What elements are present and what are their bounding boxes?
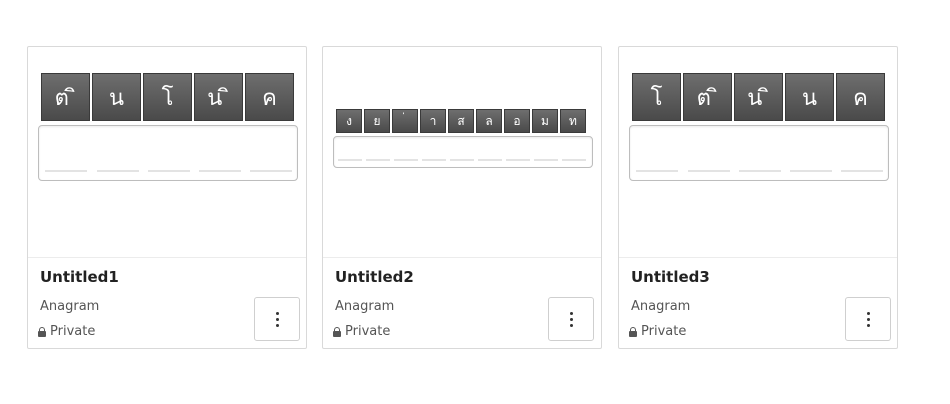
letter-tile: น: [785, 73, 834, 121]
activity-type: Anagram: [40, 299, 100, 314]
letter-tile: น ิ: [734, 73, 783, 121]
letter-tile: ท: [560, 109, 586, 133]
answer-slot: [841, 170, 883, 172]
activity-card[interactable]: ต ิ น โ น ิ ค Untitled1 Anagram Private: [27, 46, 307, 349]
more-vertical-icon: [275, 311, 279, 327]
lock-icon: [38, 326, 46, 337]
card-title[interactable]: Untitled2: [335, 268, 414, 286]
more-vertical-icon: [866, 311, 870, 327]
lock-icon: [333, 326, 341, 337]
answer-slot: [422, 159, 446, 161]
answer-slot: [534, 159, 558, 161]
answer-slot: [636, 170, 678, 172]
privacy-status: Private: [38, 324, 95, 339]
answer-slot: [790, 170, 832, 172]
answer-box: [629, 125, 889, 181]
privacy-label: Private: [345, 324, 391, 339]
answer-slot: [562, 159, 586, 161]
card-title[interactable]: Untitled1: [40, 268, 119, 286]
letter-tiles: ต ิ น โ น ิ ค: [41, 73, 294, 121]
privacy-label: Private: [50, 324, 96, 339]
letter-tile: ค: [836, 73, 885, 121]
answer-slot: [97, 170, 139, 172]
answer-slot: [45, 170, 87, 172]
letter-tile: ค: [245, 73, 294, 121]
privacy-status: Private: [629, 324, 686, 339]
card-menu-button[interactable]: [254, 297, 300, 341]
answer-box: [38, 125, 298, 181]
answer-slot: [739, 170, 781, 172]
letter-tiles: ง ย ่ า ส ล อ ม ท: [336, 109, 586, 133]
letter-tile: ย: [364, 109, 390, 133]
answer-slot: [450, 159, 474, 161]
answer-slot: [394, 159, 418, 161]
lock-icon: [629, 326, 637, 337]
activity-type: Anagram: [335, 299, 395, 314]
letter-tile: อ: [504, 109, 530, 133]
answer-box: [333, 136, 593, 168]
card-menu-button[interactable]: [845, 297, 891, 341]
activity-card[interactable]: โ ต ิ น ิ น ค Untitled3 Anagram Private: [618, 46, 898, 349]
letter-tile: ต ิ: [683, 73, 732, 121]
more-vertical-icon: [569, 311, 573, 327]
letter-tiles: โ ต ิ น ิ น ค: [632, 73, 885, 121]
answer-slot: [688, 170, 730, 172]
letter-tile: ่: [392, 109, 418, 133]
letter-tile: ล: [476, 109, 502, 133]
answer-slot: [199, 170, 241, 172]
letter-tile: น ิ: [194, 73, 243, 121]
card-preview[interactable]: ง ย ่ า ส ล อ ม ท: [323, 47, 601, 258]
letter-tile: า: [420, 109, 446, 133]
privacy-status: Private: [333, 324, 390, 339]
card-menu-button[interactable]: [548, 297, 594, 341]
card-title[interactable]: Untitled3: [631, 268, 710, 286]
activity-card[interactable]: ง ย ่ า ส ล อ ม ท Untitled2 Anagram Priv…: [322, 46, 602, 349]
letter-tile: ม: [532, 109, 558, 133]
letter-tile: ง: [336, 109, 362, 133]
letter-tile: ต ิ: [41, 73, 90, 121]
activity-type: Anagram: [631, 299, 691, 314]
answer-slot: [506, 159, 530, 161]
answer-slot: [250, 170, 292, 172]
card-preview[interactable]: โ ต ิ น ิ น ค: [619, 47, 897, 258]
letter-tile: ส: [448, 109, 474, 133]
letter-tile: โ: [632, 73, 681, 121]
answer-slot: [338, 159, 362, 161]
letter-tile: น: [92, 73, 141, 121]
answer-slot: [366, 159, 390, 161]
card-preview[interactable]: ต ิ น โ น ิ ค: [28, 47, 306, 258]
letter-tile: โ: [143, 73, 192, 121]
privacy-label: Private: [641, 324, 687, 339]
answer-slot: [478, 159, 502, 161]
answer-slot: [148, 170, 190, 172]
